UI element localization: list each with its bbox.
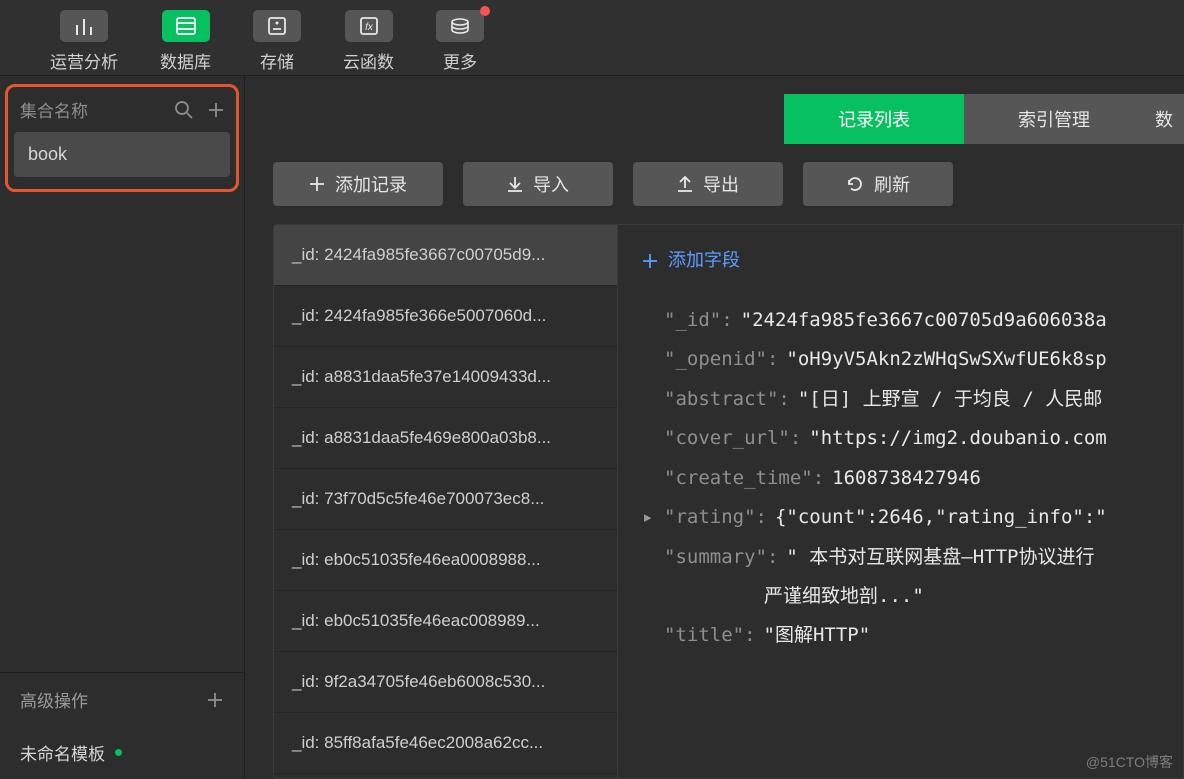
- nav-database[interactable]: 数据库: [160, 10, 211, 75]
- json-field-row[interactable]: "abstract": "[日] 上野宣 / 于均良 / 人民邮: [642, 380, 1159, 419]
- view-tabs: 记录列表 索引管理 数: [245, 76, 1184, 144]
- svg-text:fx: fx: [365, 22, 374, 33]
- add-field-button[interactable]: 添加字段: [642, 247, 740, 275]
- json-field-row[interactable]: "cover_url": "https://img2.doubanio.com: [642, 419, 1159, 458]
- json-field-row[interactable]: "create_time": 1608738427946: [642, 459, 1159, 498]
- button-label: 导入: [533, 171, 569, 197]
- collection-header-label: 集合名称: [20, 97, 162, 122]
- import-button[interactable]: 导入: [463, 162, 613, 206]
- top-nav: 运营分析 数据库 存储 fx 云函数 更多: [0, 0, 1184, 76]
- export-button[interactable]: 导出: [633, 162, 783, 206]
- json-key: "title": [664, 621, 744, 650]
- record-row[interactable]: _id: 73f70d5c5fe46e700073ec8...: [274, 469, 617, 530]
- json-key: "rating": [664, 503, 756, 532]
- record-row[interactable]: _id: eb0c51035fe46ea0008988...: [274, 530, 617, 591]
- json-field-row[interactable]: "summary": " 本书对互联网基盘—HTTP协议进行: [642, 538, 1159, 577]
- button-label: 刷新: [874, 171, 910, 197]
- add-template-icon[interactable]: [206, 691, 224, 709]
- watermark: @51CTO博客: [1086, 752, 1173, 774]
- toolbar: 添加记录 导入 导出 刷新: [245, 144, 1184, 224]
- json-key: "cover_url": [664, 424, 790, 453]
- status-dot-icon: [115, 749, 122, 756]
- json-value: {"count":2646,"rating_info":": [775, 503, 1107, 532]
- nav-analytics[interactable]: 运营分析: [50, 10, 118, 75]
- json-value: "[日] 上野宣 / 于均良 / 人民邮: [798, 385, 1102, 414]
- functions-icon: fx: [345, 10, 393, 42]
- collection-panel-highlight: 集合名称 book: [5, 84, 239, 192]
- record-row[interactable]: _id: 2424fa985fe366e5007060d...: [274, 286, 617, 347]
- expand-caret-icon[interactable]: ▸: [642, 503, 664, 532]
- json-key: "_id": [664, 306, 721, 335]
- record-row[interactable]: _id: 85ff8afa5fe46ec2008a62cc...: [274, 713, 617, 774]
- collection-item-book[interactable]: book: [14, 132, 230, 177]
- record-row[interactable]: _id: eb0c51035fe46eac008989...: [274, 591, 617, 652]
- record-row[interactable]: _id: a8831daa5fe37e14009433d...: [274, 347, 617, 408]
- advanced-ops-label: 高级操作: [20, 687, 88, 712]
- tab-partial[interactable]: 数: [1144, 94, 1184, 144]
- main-panel: 记录列表 索引管理 数 添加记录 导入 导出 刷新 _id: 2424f: [245, 76, 1184, 779]
- records-list: _id: 2424fa985fe3667c00705d9..._id: 2424…: [273, 224, 618, 779]
- json-field-row[interactable]: "_id": "2424fa985fe3667c00705d9a606038a: [642, 301, 1159, 340]
- record-row[interactable]: _id: 9f2a34705fe46eb6008c530...: [274, 652, 617, 713]
- storage-icon: [253, 10, 301, 42]
- tab-indexes[interactable]: 索引管理: [964, 94, 1144, 144]
- record-row[interactable]: _id: 2424fa985fe3667c00705d9...: [274, 225, 617, 286]
- json-value: "2424fa985fe3667c00705d9a606038a: [741, 306, 1107, 335]
- json-value: "https://img2.doubanio.com: [809, 424, 1106, 453]
- advanced-ops-header[interactable]: 高级操作: [0, 672, 244, 726]
- tab-records[interactable]: 记录列表: [784, 94, 964, 144]
- add-field-label: 添加字段: [668, 247, 740, 275]
- notification-dot: [480, 6, 490, 16]
- json-key: "create_time": [664, 464, 813, 493]
- json-field-row[interactable]: "title": "图解HTTP": [642, 616, 1159, 655]
- collection-header: 集合名称: [8, 89, 236, 132]
- import-icon: [507, 176, 523, 192]
- analytics-icon: [60, 10, 108, 42]
- add-icon[interactable]: [206, 100, 226, 120]
- template-item[interactable]: 未命名模板: [0, 726, 244, 779]
- nav-more[interactable]: 更多: [436, 10, 484, 75]
- json-field-row[interactable]: ▸"rating": {"count":2646,"rating_info":": [642, 498, 1159, 537]
- search-icon[interactable]: [174, 100, 194, 120]
- database-icon: [162, 10, 210, 42]
- json-value: "图解HTTP": [764, 621, 871, 650]
- nav-storage[interactable]: 存储: [253, 10, 301, 75]
- nav-label: 数据库: [160, 48, 211, 73]
- json-field-row[interactable]: "_openid": "oH9yV5Akn2zWHqSwSXwfUE6k8sp: [642, 340, 1159, 379]
- refresh-icon: [846, 175, 864, 193]
- nav-functions[interactable]: fx 云函数: [343, 10, 394, 75]
- nav-label: 运营分析: [50, 48, 118, 73]
- nav-label: 云函数: [343, 48, 394, 73]
- template-label: 未命名模板: [20, 740, 105, 765]
- add-record-button[interactable]: 添加记录: [273, 162, 443, 206]
- json-key: "_openid": [664, 345, 767, 374]
- plus-icon: [642, 253, 658, 269]
- button-label: 添加记录: [335, 171, 407, 197]
- json-value: " 本书对互联网基盘—HTTP协议进行: [786, 543, 1094, 572]
- sidebar: 集合名称 book 高级操作 未命名模板: [0, 76, 245, 779]
- button-label: 导出: [703, 171, 739, 197]
- nav-label: 存储: [260, 48, 294, 73]
- json-value: "oH9yV5Akn2zWHqSwSXwfUE6k8sp: [786, 345, 1106, 374]
- json-value-continuation: 严谨细致地剖...": [642, 577, 1159, 616]
- more-icon: [436, 10, 484, 42]
- refresh-button[interactable]: 刷新: [803, 162, 953, 206]
- record-row[interactable]: _id: a8831daa5fe469e800a03b8...: [274, 408, 617, 469]
- export-icon: [677, 176, 693, 192]
- json-value: 1608738427946: [832, 464, 981, 493]
- json-key: "abstract": [664, 385, 778, 414]
- plus-icon: [309, 176, 325, 192]
- nav-label: 更多: [443, 48, 477, 73]
- record-detail: 添加字段 "_id": "2424fa985fe3667c00705d9a606…: [618, 224, 1184, 779]
- json-key: "summary": [664, 543, 767, 572]
